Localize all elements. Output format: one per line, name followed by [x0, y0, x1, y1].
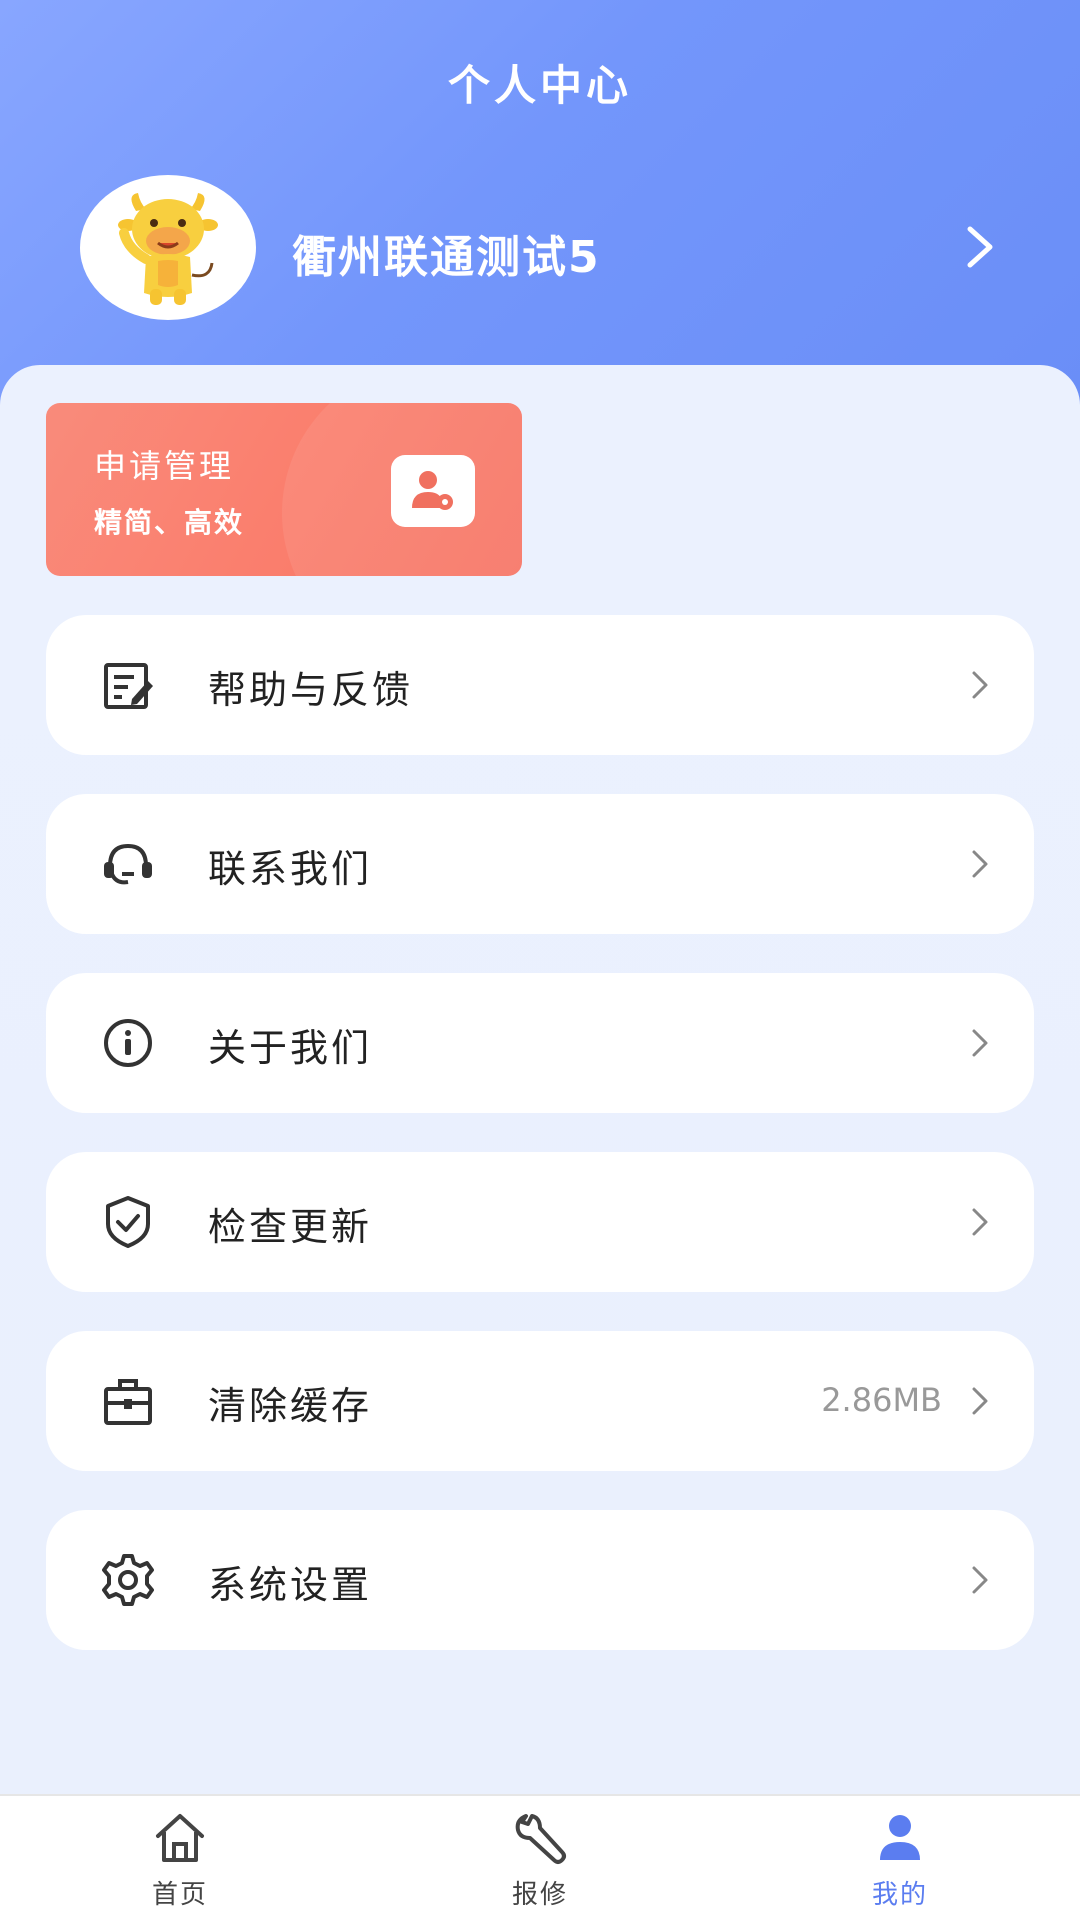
- menu-item-about-us[interactable]: 关于我们: [46, 973, 1034, 1113]
- apply-management-card[interactable]: 申请管理 精简、高效: [46, 403, 522, 576]
- info-icon: [104, 1019, 152, 1067]
- menu-item-system-settings[interactable]: 系统设置: [46, 1510, 1034, 1650]
- menu-label: 检查更新: [208, 1205, 373, 1249]
- menu-item-contact-us[interactable]: 联系我们: [46, 794, 1034, 934]
- chevron-right-icon: [967, 226, 993, 268]
- apply-card-subtitle: 精简、高效: [94, 506, 245, 539]
- bottom-tab-bar: 首页 报修 我的: [0, 1794, 1080, 1922]
- cache-size-value: 2.86MB: [821, 1381, 942, 1419]
- wrench-icon: [515, 1814, 566, 1864]
- tab-repair[interactable]: 报修: [440, 1796, 640, 1922]
- tab-home[interactable]: 首页: [80, 1796, 280, 1922]
- toolbox-icon: [104, 1379, 152, 1425]
- apply-card-title: 申请管理: [94, 447, 235, 485]
- menu-label: 关于我们: [208, 1026, 373, 1070]
- chevron-right-icon: [972, 1566, 988, 1594]
- gear-icon: [102, 1554, 154, 1606]
- header-banner: 个人中心 衢州联通测试5: [0, 0, 1080, 420]
- shield-check-icon: [106, 1196, 150, 1248]
- chevron-right-icon: [972, 1208, 988, 1236]
- menu-item-clear-cache[interactable]: 清除缓存 2.86MB: [46, 1331, 1034, 1471]
- page-title: 个人中心: [447, 61, 632, 110]
- cow-mascot-icon: [118, 193, 218, 305]
- tab-label: 我的: [871, 1880, 928, 1910]
- menu-label: 帮助与反馈: [208, 668, 414, 712]
- home-icon: [156, 1814, 204, 1862]
- headset-icon: [104, 843, 152, 885]
- chevron-right-icon: [972, 671, 988, 699]
- menu-label: 系统设置: [208, 1563, 373, 1607]
- tab-label: 报修: [511, 1880, 568, 1910]
- menu-label: 清除缓存: [208, 1384, 373, 1428]
- chevron-right-icon: [972, 1387, 988, 1415]
- edit-note-icon: [104, 663, 153, 709]
- menu-item-check-update[interactable]: 检查更新: [46, 1152, 1034, 1292]
- menu-item-help-feedback[interactable]: 帮助与反馈: [46, 615, 1034, 755]
- avatar[interactable]: [80, 175, 256, 320]
- content-panel: 申请管理 精简、高效 帮助与反馈 联系我们 关于我们 检查更新 清除缓存 2.8…: [0, 365, 1080, 1795]
- user-gear-icon: [391, 455, 475, 527]
- tab-label: 首页: [151, 1880, 208, 1910]
- tab-mine[interactable]: 我的: [800, 1796, 1000, 1922]
- profile-row[interactable]: 衢州联通测试5: [80, 175, 1000, 320]
- chevron-right-icon: [972, 1029, 988, 1057]
- chevron-right-icon: [972, 850, 988, 878]
- menu-label: 联系我们: [208, 847, 373, 891]
- person-icon: [880, 1815, 920, 1860]
- username: 衢州联通测试5: [292, 232, 601, 283]
